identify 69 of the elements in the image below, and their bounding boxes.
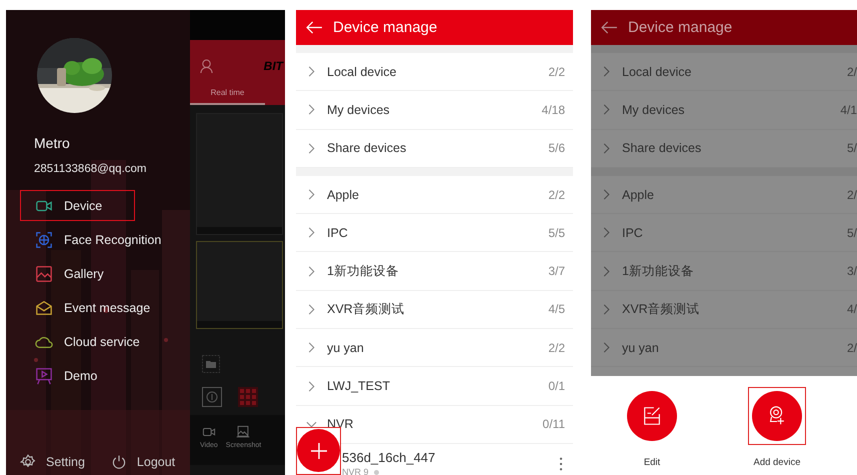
group-name: Share devices xyxy=(327,141,408,156)
group-name: LWJ_TEST xyxy=(327,379,391,394)
chevron-right-icon[interactable] xyxy=(306,142,317,154)
device-count: 4/1 xyxy=(840,102,857,117)
screen-title: Device manage xyxy=(628,19,732,36)
group-name: Apple xyxy=(622,188,655,202)
group-name: XVR音频测试 xyxy=(622,300,701,318)
screenshot-icon xyxy=(236,425,250,439)
chevron-right-icon[interactable] xyxy=(306,266,317,277)
group-name: Share devices xyxy=(622,141,702,156)
device-count: 4/18 xyxy=(542,102,565,117)
chevron-right-icon[interactable] xyxy=(601,342,612,354)
device-count: 3/ xyxy=(846,264,857,278)
chevron-right-icon[interactable] xyxy=(306,342,317,354)
edit-button[interactable] xyxy=(627,391,677,441)
more-icon[interactable] xyxy=(559,456,563,471)
chevron-right-icon[interactable] xyxy=(601,142,612,154)
device-count: 2/ xyxy=(846,340,857,355)
device-name: 536d_16ch_447 xyxy=(342,450,436,466)
chevron-right-icon[interactable] xyxy=(306,380,317,392)
device-count: 5/ xyxy=(846,226,857,240)
device-count: 2/2 xyxy=(548,64,565,79)
device-count: 0/1 xyxy=(548,379,565,394)
group-name: yu yan xyxy=(327,340,365,355)
back-icon[interactable] xyxy=(601,21,618,34)
plus-icon xyxy=(308,440,328,460)
action-label: Add device xyxy=(753,457,800,468)
tab[interactable]: Real time xyxy=(190,88,265,105)
device-count: 5/5 xyxy=(548,226,565,240)
group-name: My devices xyxy=(622,102,686,117)
device-count: 0/11 xyxy=(542,417,565,432)
group-name: Apple xyxy=(327,188,360,202)
device-count: 5/ xyxy=(846,141,857,156)
edit-icon xyxy=(641,405,663,427)
chevron-right-icon[interactable] xyxy=(306,189,317,200)
group-name: Local device xyxy=(327,64,398,79)
screen-title: Device manage xyxy=(333,19,438,36)
group-name: IPC xyxy=(622,226,644,240)
group-name: 1新功能设备 xyxy=(622,262,695,280)
group-name: XVR音频测试 xyxy=(327,300,406,318)
logo: BIT xyxy=(264,59,285,73)
group-name: My devices xyxy=(327,102,391,117)
group-name: IPC xyxy=(327,226,349,240)
chevron-right-icon[interactable] xyxy=(601,66,612,78)
chevron-right-icon[interactable] xyxy=(601,266,612,277)
device-count: 2/ xyxy=(846,64,857,79)
chevron-right-icon[interactable] xyxy=(601,189,612,200)
device-count: 2/2 xyxy=(548,188,565,202)
device-count: 2/2 xyxy=(548,340,565,355)
device-count: 4/ xyxy=(846,302,857,316)
group-name: 1新功能设备 xyxy=(327,262,400,280)
device-count: 5/6 xyxy=(548,141,565,156)
group-name: yu yan xyxy=(622,340,660,355)
chevron-right-icon[interactable] xyxy=(306,66,317,78)
chevron-right-icon[interactable] xyxy=(306,304,317,315)
device-count: 4/5 xyxy=(548,302,565,316)
action-label: Edit xyxy=(644,457,660,468)
chevron-right-icon[interactable] xyxy=(306,104,317,116)
video-icon xyxy=(202,425,216,439)
device-count: 2/ xyxy=(846,188,857,202)
device-count: 3/7 xyxy=(548,264,565,278)
chevron-right-icon[interactable] xyxy=(601,104,612,116)
group-name: Local device xyxy=(622,64,692,79)
user-icon[interactable] xyxy=(200,58,213,74)
chevron-right-icon[interactable] xyxy=(601,227,612,238)
folder-icon[interactable] xyxy=(202,355,220,373)
single-view-icon[interactable] xyxy=(202,387,222,407)
chevron-right-icon[interactable] xyxy=(601,304,612,315)
chevron-right-icon[interactable] xyxy=(306,227,317,238)
